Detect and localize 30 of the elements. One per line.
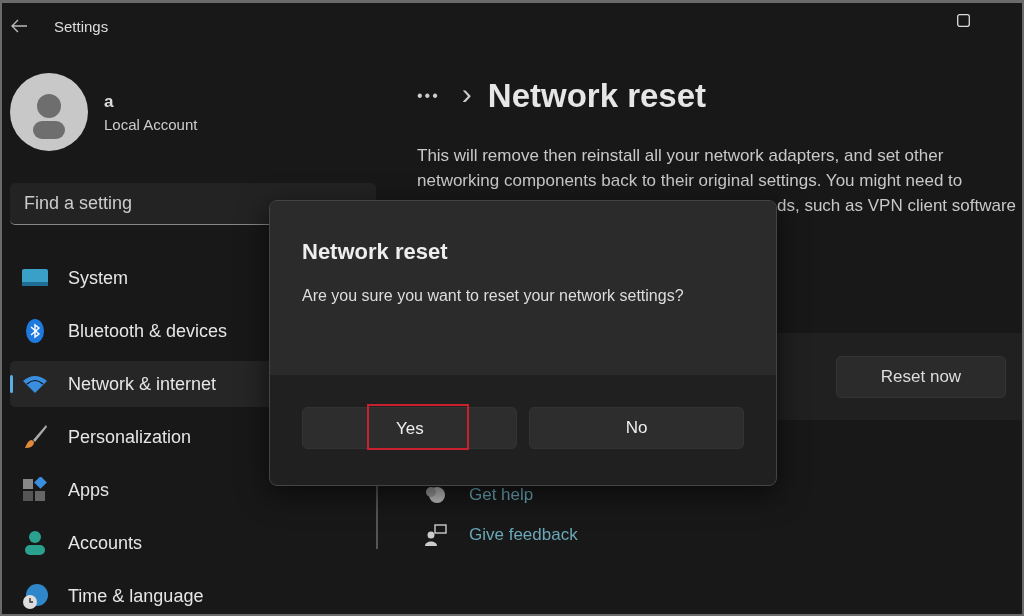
paintbrush-icon [22,424,48,450]
apps-icon [22,477,48,503]
feedback-icon [425,524,447,546]
maximize-icon[interactable] [957,13,970,27]
help-link[interactable]: Get help [469,485,534,505]
reset-now-button[interactable]: Reset now [836,355,1006,398]
person-icon [22,530,48,556]
nav-item[interactable]: Apps [10,467,376,513]
back-icon[interactable] [10,19,28,33]
account-type: Local Account [104,115,198,133]
avatar-icon [10,73,88,151]
description-line: networking components back to their original settings. You might need to [417,170,964,192]
monitor-icon [22,267,48,289]
dialog-title: Network reset [302,239,449,265]
dialog-button[interactable]: No [529,407,744,449]
nav-item[interactable]: Bluetooth & devices [10,308,376,354]
breadcrumb-separator: › [461,77,472,111]
nav-item[interactable]: Time & language [10,573,376,614]
description-line: This will remove then reinstall all your network adapters, and set other [417,145,945,167]
description-line: ds, such as VPN client software [777,195,1018,217]
globe-clock-icon [22,583,48,609]
breadcrumb-more[interactable]: ••• [417,87,440,105]
help-link[interactable]: Give feedback [469,525,578,545]
dialog-button[interactable]: Yes [302,407,517,449]
dialog-message: Are you sure you want to reset your network settings? [302,287,685,305]
nav-item[interactable]: Accounts [10,520,376,566]
account-name: a [104,91,115,112]
page-title: Network reset [487,77,707,115]
window-title: Settings [54,17,109,35]
wifi-icon [22,374,48,394]
